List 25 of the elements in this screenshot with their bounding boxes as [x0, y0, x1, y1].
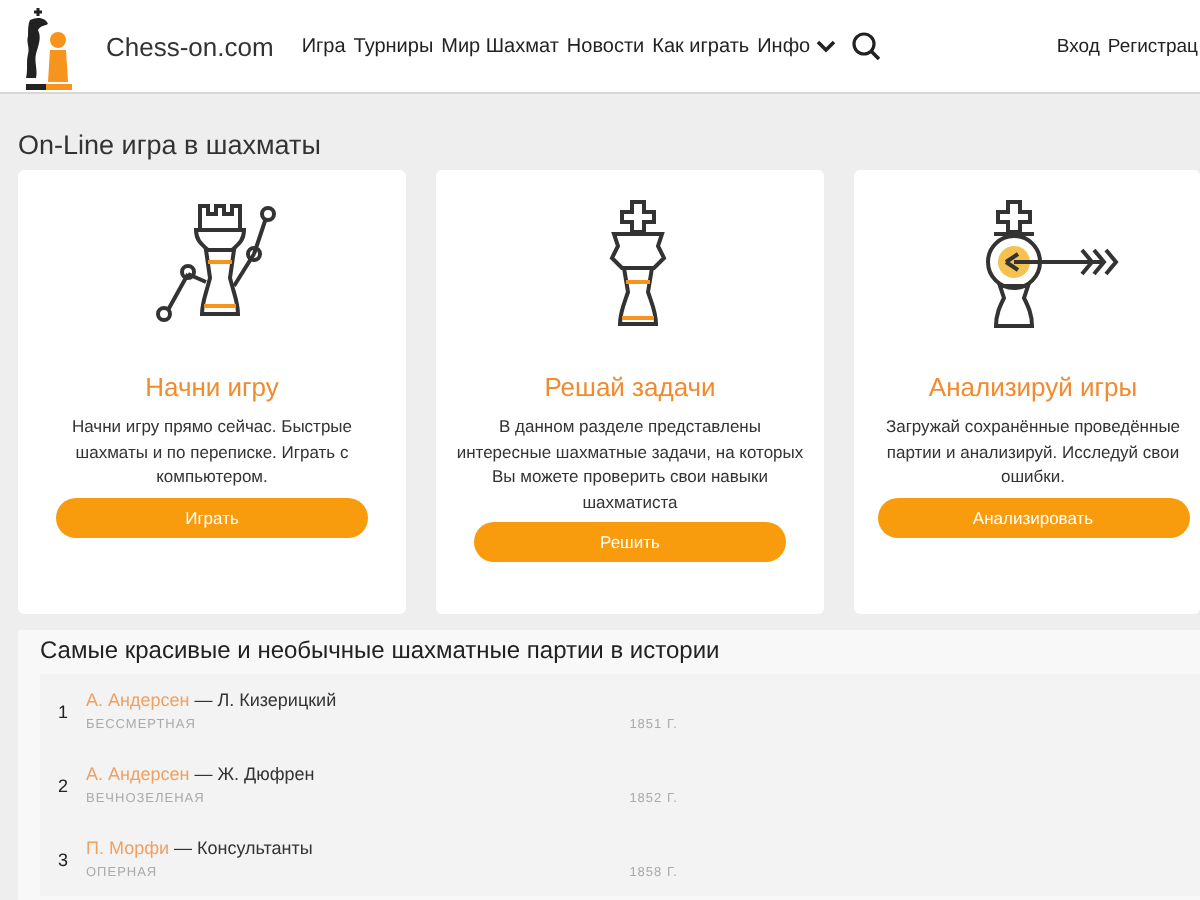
- nav-link[interactable]: Как играть: [652, 35, 750, 57]
- chevron-down-icon: [816, 38, 837, 54]
- site-name[interactable]: Chess-on.com: [106, 31, 274, 61]
- nav-link[interactable]: Инфо: [757, 35, 837, 57]
- card-title: Начни игру: [145, 372, 279, 402]
- nav-link[interactable]: Новости: [566, 35, 645, 57]
- section-title: On-Line игра в шахматы: [18, 130, 323, 160]
- card-description: В данном разделе представлены интересные шахматные задачи, на которых Вы можете проверить свои навыки шахматиста: [456, 414, 804, 514]
- card-description: Начни игру прямо сейчас. Быстрые шахматы и по переписке. Играть с компьютером.: [69, 414, 355, 489]
- nav-link[interactable]: Мир Шахмат: [441, 35, 559, 57]
- game-number: 3: [58, 849, 71, 869]
- card-title: Решай задачи: [544, 372, 716, 402]
- search-icon[interactable]: [852, 32, 881, 60]
- auth-link[interactable]: Вход: [1056, 35, 1100, 57]
- card-description: Загружай сохранённые проведённые партии и анализируй. Исследуй свои ошибки.: [883, 414, 1183, 489]
- game-number: 1: [58, 701, 71, 721]
- card-title: Анализируй игры: [928, 372, 1138, 402]
- games-title: Самые красивые и необычные шахматные партии в истории: [40, 636, 722, 664]
- game-number: 2: [58, 775, 71, 795]
- game-players: П. Морфи — Консультанты: [86, 838, 315, 858]
- game-players: А. Андерсен — Ж. Дюфрен: [86, 764, 317, 784]
- nav-link[interactable]: Игра: [301, 35, 346, 57]
- auth-link[interactable]: Регистрац: [1107, 35, 1198, 57]
- game-players: А. Андерсен — Л. Кизерицкий: [86, 690, 339, 710]
- nav-link[interactable]: Турниры: [353, 35, 434, 57]
